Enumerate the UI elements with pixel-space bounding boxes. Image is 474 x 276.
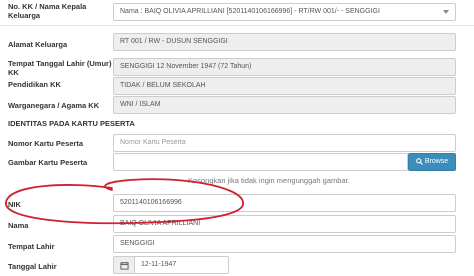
nik-input[interactable]: 5201140106166996 bbox=[113, 194, 456, 212]
ttl-field: SENGGIGI 12 November 1947 (72 Tahun) bbox=[113, 58, 456, 76]
warganegara-field: WNI / ISLAM bbox=[113, 96, 456, 114]
pendidikan-field: TIDAK / BELUM SEKOLAH bbox=[113, 77, 456, 95]
section-title: IDENTITAS PADA KARTU PESERTA bbox=[8, 119, 135, 128]
browse-label: Browse bbox=[424, 158, 449, 165]
nama-input[interactable]: BAIQ OLIVIA APRILLIANI bbox=[113, 215, 456, 233]
kk-label: No. KK / Nama Kepala Keluarga bbox=[8, 2, 87, 20]
nama-label: Nama bbox=[8, 221, 29, 230]
warganegara-label: Warganegara / Agama KK bbox=[8, 101, 100, 110]
kk-select-value: Nama : BAIQ OLIVIA APRILLIANI [520114010… bbox=[120, 8, 380, 15]
help-text: Kosongkan jika tidak ingin mengunggah ga… bbox=[188, 176, 350, 185]
gambar-kartu-label: Gambar Kartu Peserta bbox=[8, 158, 88, 167]
ttl-label: Tempat Tanggal Lahir (Umur) KK bbox=[8, 59, 112, 77]
search-icon bbox=[416, 157, 423, 165]
kk-select[interactable]: Nama : BAIQ OLIVIA APRILLIANI [520114010… bbox=[113, 3, 456, 21]
tanggal-lahir-input[interactable]: 12-11-1947 bbox=[134, 256, 229, 274]
tempat-lahir-label: Tempat Lahir bbox=[8, 242, 55, 251]
divider bbox=[0, 25, 474, 26]
chevron-down-icon bbox=[443, 10, 449, 14]
browse-button[interactable]: Browse bbox=[408, 153, 456, 171]
nomor-kartu-label: Nomor Kartu Peserta bbox=[8, 139, 84, 148]
alamat-field: RT 001 / RW - DUSUN SENGGIGI bbox=[113, 33, 456, 51]
alamat-label: Alamat Keluarga bbox=[8, 40, 68, 49]
tempat-lahir-input[interactable]: SENGGIGI bbox=[113, 235, 456, 253]
pendidikan-label: Pendidikan KK bbox=[8, 80, 61, 89]
date-addon bbox=[113, 256, 135, 274]
tanggal-lahir-label: Tanggal Lahir bbox=[8, 262, 57, 271]
nomor-kartu-input[interactable]: Nomor Kartu Peserta bbox=[113, 134, 456, 152]
gambar-kartu-input[interactable] bbox=[113, 153, 408, 171]
calendar-icon bbox=[119, 261, 129, 270]
nik-label: NIK bbox=[8, 200, 21, 209]
